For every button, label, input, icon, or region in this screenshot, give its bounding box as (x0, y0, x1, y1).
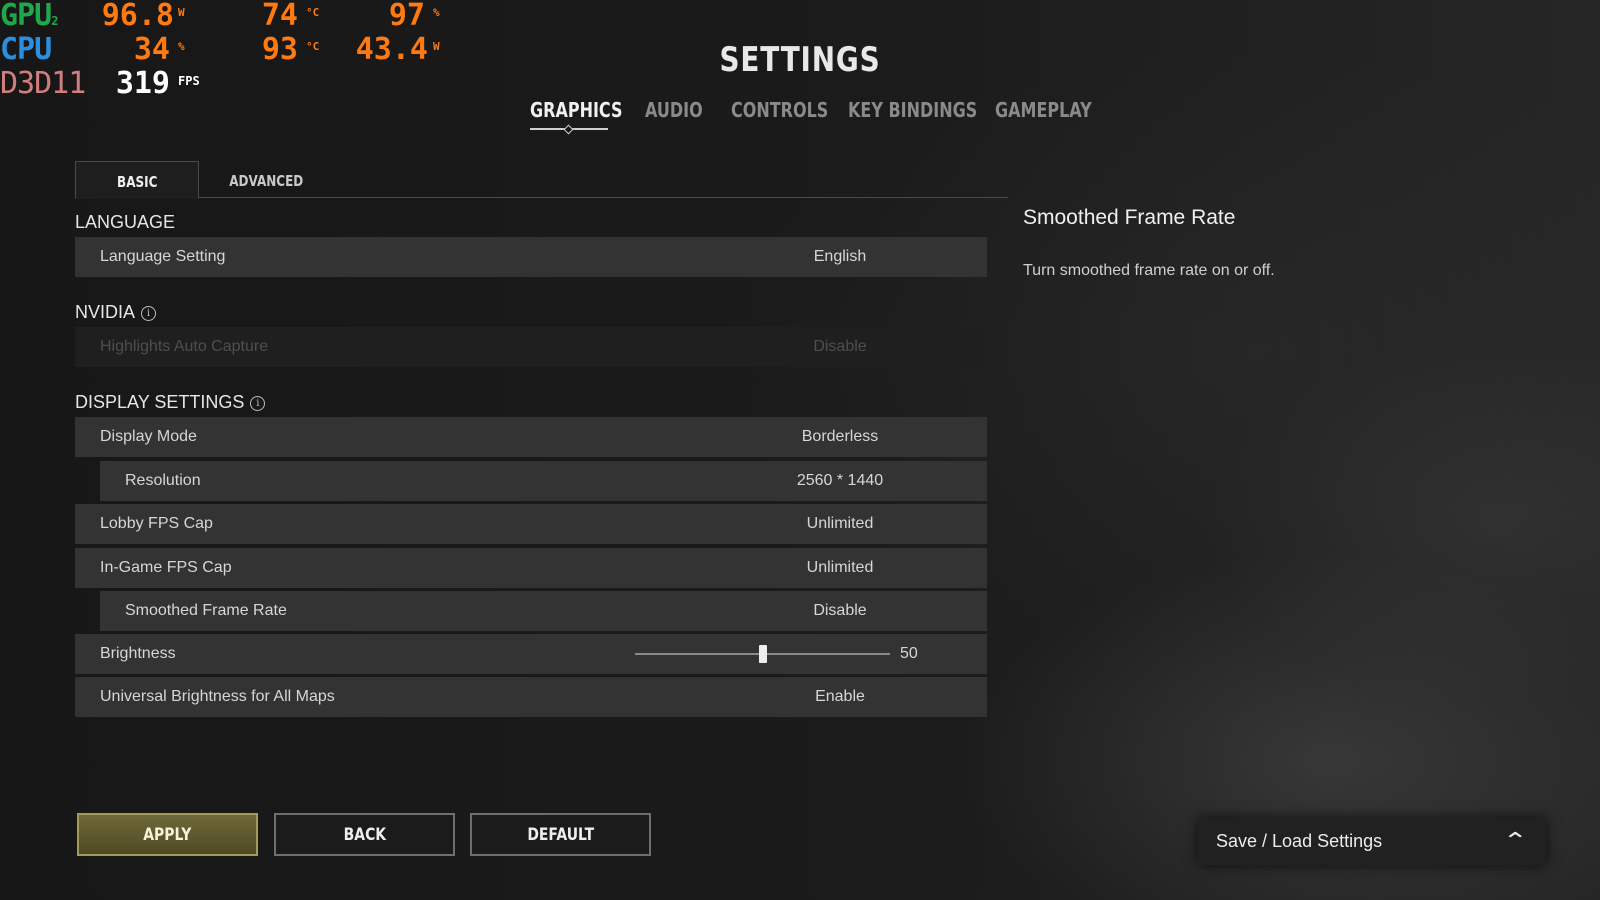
gpu-power-value: 96.8 (101, 0, 174, 33)
setting-row-smoothed-frame-rate[interactable]: Smoothed Frame Rate Disable (100, 591, 987, 631)
tab-audio[interactable]: AUDIO (645, 98, 703, 122)
default-button[interactable]: DEFAULT (470, 813, 651, 856)
setting-value[interactable]: English (695, 237, 985, 277)
gpu-power-unit: W (178, 6, 185, 19)
cpu-label: CPU (0, 32, 52, 67)
subtab-bar: BASIC ADVANCED (75, 161, 1008, 199)
gpu-label: GPU2 (0, 0, 58, 33)
description-title: Smoothed Frame Rate (1023, 206, 1236, 229)
gpu-index: 2 (51, 14, 58, 28)
setting-label: Highlights Auto Capture (100, 338, 269, 355)
setting-value[interactable]: Disable (695, 591, 985, 631)
apply-button[interactable]: APPLY (77, 813, 258, 856)
setting-row-lobby-fps-cap[interactable]: Lobby FPS Cap Unlimited (75, 504, 987, 544)
settings-screen: GPU2 96.8 W 74 °C 97 % CPU 34 % 93 °C 43… (0, 0, 1600, 900)
setting-row-display-mode[interactable]: Display Mode Borderless (75, 417, 987, 457)
tab-graphics[interactable]: GRAPHICS (530, 98, 622, 122)
subtab-advanced[interactable]: ADVANCED (213, 161, 319, 197)
gpu-load-unit: % (433, 6, 440, 19)
setting-label: Display Mode (100, 428, 197, 445)
tab-key-bindings[interactable]: KEY BINDINGS (848, 98, 977, 122)
setting-label: Language Setting (100, 248, 226, 265)
setting-row-in-game-fps-cap[interactable]: In-Game FPS Cap Unlimited (75, 548, 987, 588)
back-button[interactable]: BACK (274, 813, 455, 856)
setting-label: Universal Brightness for All Maps (100, 688, 335, 705)
setting-value: Disable (813, 338, 867, 355)
page-title: SETTINGS (719, 40, 881, 80)
setting-label: In-Game FPS Cap (100, 559, 232, 576)
tab-controls[interactable]: CONTROLS (731, 98, 828, 122)
save-load-label: Save / Load Settings (1216, 831, 1383, 851)
api-label: D3D11 (0, 66, 86, 101)
info-icon[interactable]: i (250, 396, 266, 411)
setting-label: Resolution (125, 472, 201, 489)
save-load-settings-button[interactable]: Save / Load Settings ⌃ (1198, 818, 1546, 865)
setting-row-language[interactable]: Language Setting English (75, 237, 987, 277)
setting-label: Lobby FPS Cap (100, 515, 213, 532)
setting-value[interactable]: 2560 * 1440 (695, 461, 985, 501)
gpu-temp-unit: °C (306, 6, 320, 19)
info-icon[interactable]: i (141, 306, 157, 321)
section-title-language: LANGUAGE (75, 212, 176, 232)
gpu-load-value: 97 (388, 0, 425, 33)
main-tabs: GRAPHICS AUDIO CONTROLS KEY BINDINGS GAM… (0, 98, 1600, 138)
setting-row-highlights-auto-capture: Highlights Auto Capture Disable (75, 327, 987, 367)
gpu-temp-value: 74 (261, 0, 298, 33)
tab-gameplay[interactable]: GAMEPLAY (995, 98, 1092, 122)
brightness-slider-thumb[interactable] (758, 645, 767, 663)
setting-label: Brightness (100, 645, 176, 662)
setting-value[interactable]: Unlimited (695, 504, 985, 544)
setting-value[interactable]: Unlimited (695, 548, 985, 588)
setting-row-resolution[interactable]: Resolution 2560 * 1440 (100, 461, 987, 501)
section-title-nvidia: NVIDIA i (75, 302, 157, 323)
description-text: Turn smoothed frame rate on or off. (1023, 262, 1275, 279)
brightness-value: 50 (900, 645, 918, 662)
subtab-basic[interactable]: BASIC (75, 161, 199, 199)
section-title-display-settings: DISPLAY SETTINGS i (75, 392, 266, 413)
setting-value[interactable]: Enable (695, 677, 985, 717)
setting-row-brightness[interactable]: Brightness 50 (75, 634, 987, 674)
setting-row-universal-brightness[interactable]: Universal Brightness for All Maps Enable (75, 677, 987, 717)
setting-label: Smoothed Frame Rate (125, 602, 287, 619)
chevron-up-icon: ⌃ (1501, 828, 1528, 853)
setting-value[interactable]: Borderless (695, 417, 985, 457)
